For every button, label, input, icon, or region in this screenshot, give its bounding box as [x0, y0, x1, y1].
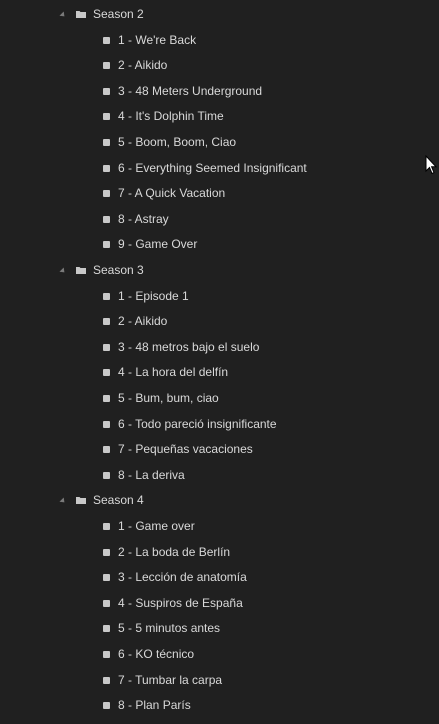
episode-label: 1 - Game over	[118, 519, 195, 533]
episode-label: 7 - Tumbar la carpa	[118, 672, 223, 687]
episode-label: 4 - It's Dolphin Time	[118, 109, 224, 124]
episode-label: 1 - We're Back	[118, 32, 197, 47]
tree-item-episode[interactable]: 1 - Game over	[0, 514, 439, 540]
folder-icon	[76, 267, 86, 274]
file-icon	[103, 164, 110, 172]
tree-item-episode[interactable]: 2 - Aikido	[0, 53, 439, 79]
season-label: Season 2	[93, 7, 144, 21]
tree-item-episode[interactable]: 3 - 48 metros bajo el suelo	[0, 335, 439, 361]
episode-label: 3 - 48 Meters Underground	[118, 83, 263, 98]
mouse-cursor-icon	[425, 155, 437, 175]
episode-label: 3 - Lección de anatomía	[118, 570, 247, 585]
tree-folder-season[interactable]: Season 4	[0, 488, 439, 514]
tree-item-episode[interactable]: 8 - Plan París	[0, 693, 439, 719]
tree-item-episode[interactable]: 7 - Pequeñas vacaciones	[0, 437, 439, 463]
episode-label: 5 - Bum, bum, ciao	[118, 391, 219, 405]
tree-item-episode[interactable]: 3 - Lección de anatomía	[0, 565, 439, 591]
tree-item-episode[interactable]: 4 - Suspiros de España	[0, 591, 439, 617]
episode-label: 2 - Aikido	[118, 58, 168, 73]
tree-item-episode[interactable]: 7 - Tumbar la carpa	[0, 668, 439, 694]
tree-item-episode[interactable]: 1 - Episode 1	[0, 284, 439, 310]
tree-item-episode[interactable]: 5 - 5 minutos antes	[0, 616, 439, 642]
file-icon	[103, 343, 110, 351]
episode-label: 8 - La deriva	[118, 467, 185, 482]
tree-item-episode[interactable]: 8 - Astray	[0, 207, 439, 233]
file-icon	[103, 139, 110, 146]
file-icon	[103, 292, 110, 300]
file-icon	[103, 113, 110, 121]
tree-item-episode[interactable]: 8 - La deriva	[0, 463, 439, 489]
file-icon	[103, 241, 110, 249]
tree-item-episode[interactable]: 7 - A Quick Vacation	[0, 181, 439, 207]
file-icon	[103, 574, 110, 582]
tree-item-episode[interactable]: 6 - KO técnico	[0, 642, 439, 668]
episode-label: 7 - Pequeñas vacaciones	[118, 442, 253, 457]
expanded-arrow-icon[interactable]	[59, 267, 67, 275]
episode-label: 8 - Astray	[118, 211, 169, 226]
expanded-arrow-icon[interactable]	[59, 11, 67, 19]
file-icon	[103, 702, 110, 710]
tree-item-episode[interactable]: 6 - Everything Seemed Insignificant	[0, 156, 439, 182]
file-icon	[103, 651, 110, 658]
file-icon	[103, 548, 110, 556]
episode-label: 2 - Aikido	[118, 314, 168, 329]
tree-item-episode[interactable]: 4 - La hora del delfín	[0, 360, 439, 386]
tree-item-episode[interactable]: 1 - We're Back	[0, 28, 439, 54]
file-icon	[103, 446, 110, 454]
episode-label: 1 - Episode 1	[118, 288, 189, 303]
episode-label: 4 - Suspiros de España	[118, 595, 243, 610]
episode-label: 5 - Boom, Boom, Ciao	[118, 135, 237, 149]
file-icon	[103, 369, 110, 377]
file-icon	[103, 62, 110, 70]
tree-item-episode[interactable]: 4 - It's Dolphin Time	[0, 104, 439, 130]
episode-label: 7 - A Quick Vacation	[118, 186, 226, 201]
season-label: Season 3	[93, 263, 144, 277]
episode-label: 5 - 5 minutos antes	[118, 621, 221, 636]
tree-folder-season[interactable]: Season 2	[0, 2, 439, 28]
file-icon	[103, 87, 110, 95]
episode-label: 9 - Game Over	[118, 237, 198, 252]
file-icon	[103, 599, 110, 607]
season-label: Season 4	[93, 493, 144, 508]
episode-label: 4 - La hora del delfín	[118, 365, 229, 380]
episode-label: 8 - Plan París	[118, 698, 191, 713]
file-icon	[103, 471, 110, 479]
tree-item-episode[interactable]: 2 - La boda de Berlín	[0, 540, 439, 566]
file-icon	[103, 190, 110, 198]
tree-item-episode[interactable]: 5 - Boom, Boom, Ciao	[0, 130, 439, 156]
file-tree: Season 2 1 - We're Back 2 - Aikido 3 - 48 M…	[0, 0, 439, 724]
tree-item-episode[interactable]: 2 - Aikido	[0, 309, 439, 335]
episode-label: 6 - Todo pareció insignificante	[118, 416, 277, 431]
file-icon	[103, 676, 110, 684]
tree-item-episode[interactable]: 3 - 48 Meters Underground	[0, 79, 439, 105]
expanded-arrow-icon[interactable]	[59, 497, 67, 505]
tree-folder-season[interactable]: Season 3	[0, 258, 439, 284]
file-icon	[103, 420, 110, 428]
tree-item-episode[interactable]: 6 - Todo pareció insignificante	[0, 412, 439, 438]
episode-label: 2 - La boda de Berlín	[118, 544, 231, 559]
folder-icon	[76, 497, 86, 505]
episode-label: 3 - 48 metros bajo el suelo	[118, 339, 260, 354]
episode-label: 6 - KO técnico	[118, 647, 195, 661]
file-icon	[103, 36, 110, 44]
file-icon	[103, 523, 110, 530]
folder-icon	[76, 11, 86, 18]
file-icon	[103, 625, 110, 633]
file-icon	[103, 395, 110, 402]
file-icon	[103, 318, 110, 326]
tree-item-episode[interactable]: 5 - Bum, bum, ciao	[0, 386, 439, 412]
episode-label: 6 - Everything Seemed Insignificant	[118, 160, 307, 175]
tree-item-episode[interactable]: 9 - Game Over	[0, 232, 439, 258]
file-icon	[103, 215, 110, 223]
